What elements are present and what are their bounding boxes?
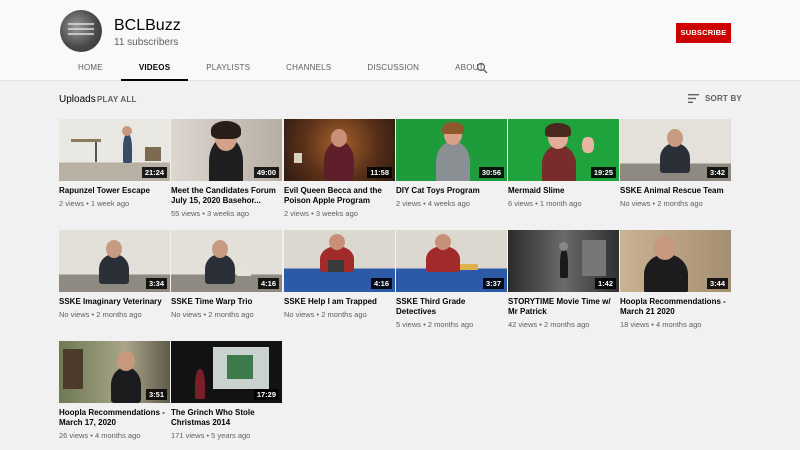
- video-thumbnail[interactable]: 3:34: [59, 230, 170, 292]
- video-duration: 3:37: [482, 278, 504, 289]
- video-meta: No views • 2 months ago: [284, 310, 367, 319]
- tab-discussion[interactable]: DISCUSSION: [349, 58, 437, 81]
- video-meta: No views • 2 months ago: [59, 310, 142, 319]
- video-meta: 2 views • 4 weeks ago: [396, 199, 470, 208]
- video-card[interactable]: 3:37 SSKE Third Grade Detectives 5 views…: [396, 230, 507, 329]
- tab-home[interactable]: HOME: [60, 58, 121, 81]
- video-meta: 55 views • 3 weeks ago: [171, 209, 250, 218]
- video-duration: 11:58: [367, 167, 392, 178]
- video-thumbnail[interactable]: 3:44: [620, 230, 731, 292]
- video-title[interactable]: Hoopla Recommendations - March 17, 2020: [59, 408, 170, 428]
- video-thumbnail[interactable]: 1:42: [508, 230, 619, 292]
- video-card[interactable]: 30:56 DIY Cat Toys Program 2 views • 4 w…: [396, 119, 507, 208]
- video-card[interactable]: 17:29 The Grinch Who Stole Christmas 201…: [171, 341, 282, 440]
- video-title[interactable]: Rapunzel Tower Escape: [59, 186, 170, 196]
- video-thumbnail[interactable]: 4:16: [284, 230, 395, 292]
- video-duration: 17:29: [253, 389, 279, 400]
- video-duration: 1:42: [594, 278, 616, 289]
- video-card[interactable]: 3:42 SSKE Animal Rescue Team No views • …: [620, 119, 731, 208]
- video-card[interactable]: 21:24 Rapunzel Tower Escape 2 views • 1 …: [59, 119, 170, 208]
- video-meta: 2 views • 3 weeks ago: [284, 209, 358, 218]
- video-meta: 6 views • 1 month ago: [508, 199, 582, 208]
- video-thumbnail[interactable]: 3:37: [396, 230, 507, 292]
- video-duration: 3:51: [145, 389, 167, 400]
- video-meta: No views • 2 months ago: [171, 310, 254, 319]
- video-card[interactable]: 19:25 Mermaid Slime 6 views • 1 month ag…: [508, 119, 619, 208]
- video-title[interactable]: Mermaid Slime: [508, 186, 619, 196]
- tab-channels[interactable]: CHANNELS: [268, 58, 349, 81]
- video-title[interactable]: SSKE Animal Rescue Team: [620, 186, 731, 196]
- video-title[interactable]: Hoopla Recommendations - March 21 2020: [620, 297, 731, 317]
- tab-about[interactable]: ABOUT: [437, 58, 502, 81]
- sort-label: SORT BY: [705, 94, 742, 103]
- video-duration: 3:34: [145, 278, 167, 289]
- video-duration: 19:25: [590, 167, 616, 178]
- video-meta: 171 views • 5 years ago: [171, 431, 251, 440]
- video-card[interactable]: 3:51 Hoopla Recommendations - March 17, …: [59, 341, 170, 440]
- video-card[interactable]: 11:58 Evil Queen Becca and the Poison Ap…: [284, 119, 395, 218]
- channel-avatar[interactable]: [60, 10, 102, 52]
- search-icon[interactable]: [476, 62, 488, 74]
- video-meta: 18 views • 4 months ago: [620, 320, 702, 329]
- video-card[interactable]: 3:34 SSKE Imaginary Veterinary No views …: [59, 230, 170, 319]
- channel-name: BCLBuzz: [114, 17, 181, 34]
- video-card[interactable]: 4:16 SSKE Help I am Trapped No views • 2…: [284, 230, 395, 319]
- channel-tabs: HOME VIDEOS PLAYLISTS CHANNELS DISCUSSIO…: [60, 58, 502, 81]
- video-title[interactable]: Meet the Candidates Forum July 15, 2020 …: [171, 186, 282, 206]
- video-thumbnail[interactable]: 49:00: [171, 119, 282, 181]
- video-duration: 3:42: [706, 167, 728, 178]
- sort-button[interactable]: SORT BY: [688, 94, 742, 103]
- video-title[interactable]: DIY Cat Toys Program: [396, 186, 507, 196]
- video-thumbnail[interactable]: 3:42: [620, 119, 731, 181]
- video-thumbnail[interactable]: 17:29: [171, 341, 282, 403]
- video-meta: 5 views • 2 months ago: [396, 320, 474, 329]
- video-card[interactable]: 4:16 SSKE Time Warp Trio No views • 2 mo…: [171, 230, 282, 319]
- video-duration: 4:16: [257, 278, 279, 289]
- video-card[interactable]: 3:44 Hoopla Recommendations - March 21 2…: [620, 230, 731, 329]
- video-thumbnail[interactable]: 30:56: [396, 119, 507, 181]
- video-meta: 26 views • 4 months ago: [59, 431, 141, 440]
- video-title[interactable]: SSKE Help I am Trapped: [284, 297, 395, 307]
- tab-playlists[interactable]: PLAYLISTS: [188, 58, 268, 81]
- video-thumbnail[interactable]: 19:25: [508, 119, 619, 181]
- video-meta: 42 views • 2 months ago: [508, 320, 590, 329]
- video-duration: 3:44: [706, 278, 728, 289]
- video-thumbnail[interactable]: 4:16: [171, 230, 282, 292]
- subscriber-count: 11 subscribers: [114, 37, 179, 48]
- channel-header: BCLBuzz 11 subscribers SUBSCRIBE HOME VI…: [0, 0, 800, 81]
- video-title[interactable]: SSKE Third Grade Detectives: [396, 297, 507, 317]
- play-all-button[interactable]: PLAY ALL: [97, 95, 137, 104]
- video-title[interactable]: STORYTIME Movie Time w/ Mr Patrick: [508, 297, 619, 317]
- subscribe-button[interactable]: SUBSCRIBE: [676, 23, 731, 43]
- video-title[interactable]: SSKE Imaginary Veterinary: [59, 297, 170, 307]
- video-title[interactable]: The Grinch Who Stole Christmas 2014: [171, 408, 282, 428]
- tab-videos[interactable]: VIDEOS: [120, 58, 189, 81]
- sort-icon: [688, 94, 699, 103]
- video-meta: No views • 2 months ago: [620, 199, 703, 208]
- video-meta: 2 views • 1 week ago: [59, 199, 130, 208]
- video-thumbnail[interactable]: 21:24: [59, 119, 170, 181]
- video-title[interactable]: Evil Queen Becca and the Poison Apple Pr…: [284, 186, 395, 206]
- video-thumbnail[interactable]: 11:58: [284, 119, 395, 181]
- uploads-heading: Uploads: [59, 94, 96, 105]
- video-duration: 4:16: [370, 278, 392, 289]
- video-duration: 21:24: [141, 167, 167, 178]
- video-title[interactable]: SSKE Time Warp Trio: [171, 297, 282, 307]
- video-duration: 30:56: [478, 167, 504, 178]
- video-card[interactable]: 1:42 STORYTIME Movie Time w/ Mr Patrick …: [508, 230, 619, 329]
- video-card[interactable]: 49:00 Meet the Candidates Forum July 15,…: [171, 119, 282, 218]
- video-duration: 49:00: [253, 167, 279, 178]
- video-thumbnail[interactable]: 3:51: [59, 341, 170, 403]
